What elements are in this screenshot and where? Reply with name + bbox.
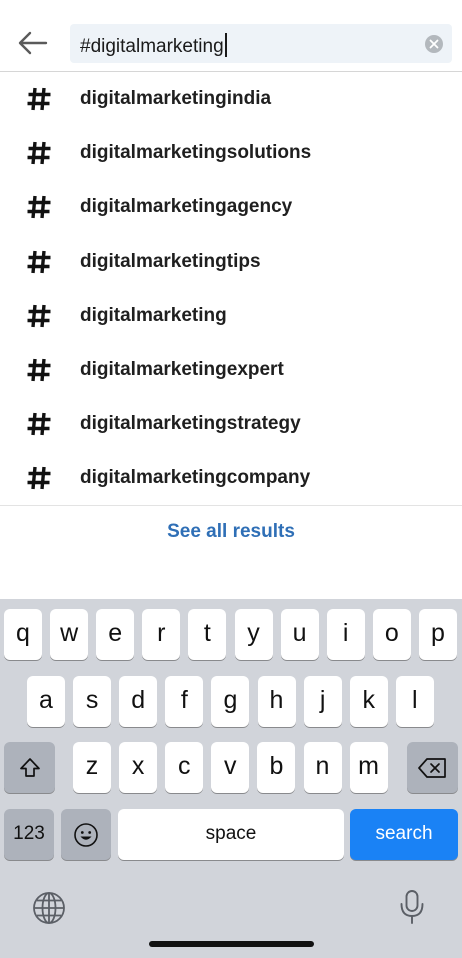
key-b[interactable]: b: [257, 742, 296, 793]
key-i[interactable]: i: [326, 609, 365, 660]
space-key[interactable]: space: [118, 809, 344, 860]
key-p[interactable]: p: [418, 609, 457, 660]
numbers-key[interactable]: 123: [4, 809, 54, 860]
key-f[interactable]: f: [165, 676, 204, 727]
globe-icon[interactable]: [32, 891, 66, 925]
suggestion-item[interactable]: digitalmarketingstrategy: [0, 397, 462, 451]
key-r[interactable]: r: [142, 609, 181, 660]
key-a[interactable]: a: [27, 676, 65, 727]
shift-key[interactable]: [4, 742, 55, 793]
text-caret: [224, 33, 227, 57]
key-o[interactable]: o: [372, 609, 411, 660]
key-u[interactable]: u: [280, 609, 319, 660]
suggestion-item[interactable]: digitalmarketing: [0, 289, 462, 343]
key-t[interactable]: t: [188, 609, 227, 660]
hashtag-icon: [26, 194, 52, 220]
key-x[interactable]: x: [119, 742, 158, 793]
key-h[interactable]: h: [257, 676, 296, 727]
search-input[interactable]: #digitalmarketing: [70, 24, 452, 63]
suggestion-label: digitalmarketingtips: [80, 250, 261, 272]
suggestion-label: digitalmarketingsolutions: [80, 142, 312, 164]
home-indicator[interactable]: [149, 941, 314, 947]
hashtag-icon: [26, 357, 52, 383]
back-arrow-icon[interactable]: [16, 28, 50, 58]
hashtag-icon: [26, 140, 52, 166]
suggestion-label: digitalmarketingcompany: [80, 467, 311, 489]
hashtag-icon: [26, 465, 52, 491]
clear-search-icon[interactable]: [425, 35, 443, 53]
key-l[interactable]: l: [395, 676, 434, 727]
hashtag-icon: [26, 249, 52, 275]
key-g[interactable]: g: [211, 676, 250, 727]
search-key[interactable]: search: [350, 809, 458, 860]
suggestion-label: digitalmarketingindia: [80, 88, 272, 109]
key-j[interactable]: j: [303, 676, 342, 727]
suggestion-item[interactable]: digitalmarketingtips: [0, 235, 462, 289]
hashtag-suggestions-list: digitalmarketingindia digitalmarketingsol…: [0, 72, 462, 506]
results-divider: [0, 505, 462, 506]
key-e[interactable]: e: [96, 609, 135, 660]
emoji-key[interactable]: [61, 809, 111, 860]
key-y[interactable]: y: [234, 609, 273, 660]
suggestion-item[interactable]: digitalmarketingagency: [0, 180, 462, 234]
key-m[interactable]: m: [349, 742, 388, 793]
hashtag-icon: [26, 303, 52, 329]
key-v[interactable]: v: [211, 742, 250, 793]
backspace-icon: [417, 757, 446, 778]
key-w[interactable]: w: [50, 609, 89, 660]
suggestion-label: digitalmarketingstrategy: [80, 413, 301, 435]
microphone-icon[interactable]: [398, 889, 426, 925]
see-all-results-link[interactable]: See all results: [0, 521, 462, 543]
suggestion-label: digitalmarketingagency: [80, 196, 293, 218]
suggestion-item[interactable]: digitalmarketingsolutions: [0, 126, 462, 180]
key-q[interactable]: q: [4, 609, 42, 660]
suggestion-item[interactable]: digitalmarketingexpert: [0, 343, 462, 397]
key-n[interactable]: n: [303, 742, 342, 793]
search-query-text: #digitalmarketing: [80, 36, 224, 57]
suggestion-item[interactable]: digitalmarketingindia: [0, 72, 462, 126]
key-c[interactable]: c: [165, 742, 204, 793]
key-d[interactable]: d: [119, 676, 158, 727]
shift-icon: [19, 757, 40, 777]
key-s[interactable]: s: [73, 676, 112, 727]
hashtag-icon: [26, 86, 52, 112]
suggestion-label: digitalmarketing: [80, 304, 227, 326]
hashtag-icon: [26, 411, 52, 437]
emoji-icon: [74, 822, 98, 847]
on-screen-keyboard: 123 space search qwertyuiop asdfghjkl zxcv…: [0, 599, 462, 958]
key-z[interactable]: z: [73, 742, 111, 793]
suggestion-item[interactable]: digitalmarketingcompany: [0, 451, 462, 505]
key-k[interactable]: k: [349, 676, 388, 727]
delete-key[interactable]: [407, 742, 458, 793]
search-header: #digitalmarketing: [0, 0, 462, 71]
suggestion-label: digitalmarketingexpert: [80, 358, 284, 380]
